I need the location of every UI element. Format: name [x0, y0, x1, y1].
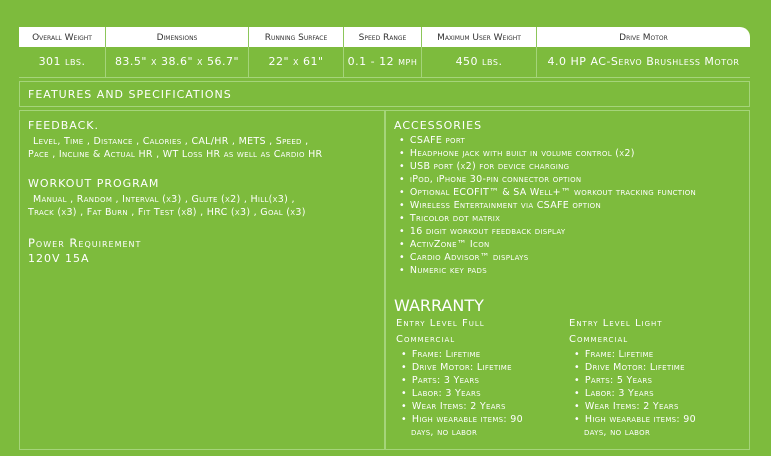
value-speed-range: 0.1 - 12 mph [344, 47, 422, 78]
list-item: Wear Items: 2 Years [569, 400, 739, 413]
list-item: Parts: 3 Years [396, 374, 566, 387]
list-item: 16 digit workout feedback display [394, 225, 696, 238]
list-item: Frame: Lifetime [396, 348, 566, 361]
list-item: Parts: 5 Years [569, 374, 739, 387]
list-item: USB port (x2) for device charging [394, 160, 696, 173]
list-item: CSAFE port [394, 134, 696, 147]
list-item-continued: days, no labor [584, 427, 651, 438]
list-item: ActivZone™ Icon [394, 238, 696, 251]
list-item: Cardio Advisor™ displays [394, 251, 696, 264]
power-section: Power Requirement 120V 15A [28, 236, 141, 265]
warranty-full-title-1: Entry Level Full [396, 318, 485, 329]
workout-line-1: Manual , Random , Interval (x3) , Glute … [33, 194, 295, 205]
spec-header-row: Overall Weight Dimensions Running Surfac… [19, 27, 750, 47]
left-panel: FEEDBACK. Level, Time , Distance , Calor… [19, 110, 385, 450]
header-running-surface: Running Surface [249, 27, 344, 47]
warranty-light-commercial: Entry Level Light Commercial Frame: Life… [569, 316, 739, 439]
list-item: Numeric key pads [394, 264, 696, 277]
list-item: Frame: Lifetime [569, 348, 739, 361]
list-item: High wearable items: 90 [396, 413, 566, 426]
header-max-user-weight: Maximum User Weight [422, 27, 537, 47]
header-speed-range: Speed Range [344, 27, 422, 47]
feedback-line-1: Level, Time , Distance , Calories , CAL/… [33, 136, 309, 147]
list-item: Drive Motor: Lifetime [569, 361, 739, 374]
right-panel: ACCESSORIES CSAFE port Headphone jack wi… [385, 110, 750, 450]
warranty-full-commercial: Entry Level Full Commercial Frame: Lifet… [396, 316, 566, 439]
feedback-line-2: Pace , Incline & Actual HR , WT Loss HR … [28, 149, 323, 160]
value-dimensions: 83.5" x 38.6" x 56.7" [106, 47, 249, 78]
warranty-full-title-2: Commercial [396, 334, 456, 345]
value-max-user-weight: 450 lbs. [422, 47, 537, 78]
accessories-list: CSAFE port Headphone jack with built in … [394, 134, 696, 277]
warranty-full-list: Frame: Lifetime Drive Motor: Lifetime Pa… [396, 348, 566, 439]
value-overall-weight: 301 lbs. [19, 47, 106, 78]
list-item: Labor: 3 Years [569, 387, 739, 400]
warranty-light-title-2: Commercial [569, 334, 629, 345]
feedback-title: FEEDBACK. [28, 119, 99, 132]
list-item: Wireless Entertainment via CSAFE option [394, 199, 696, 212]
workout-line-2: Track (x3) , Fat Burn , Fit Test (x8) , … [28, 207, 306, 218]
list-item: Wear Items: 2 Years [396, 400, 566, 413]
warranty-light-title-1: Entry Level Light [569, 318, 663, 329]
workout-title: WORKOUT PROGRAM [28, 177, 160, 190]
power-title: Power Requirement [28, 236, 142, 250]
list-item-continued: days, no labor [411, 427, 478, 438]
spec-sheet: Overall Weight Dimensions Running Surfac… [19, 25, 750, 453]
workout-section: WORKOUT PROGRAM Manual , Random , Interv… [28, 177, 306, 219]
warranty-title: WARRANTY [394, 296, 484, 315]
power-value: 120V 15A [28, 252, 90, 265]
list-item: Tricolor dot matrix [394, 212, 696, 225]
accessories-title: ACCESSORIES [394, 119, 483, 132]
accessories-section: ACCESSORIES CSAFE port Headphone jack wi… [394, 119, 696, 277]
list-item: Drive Motor: Lifetime [396, 361, 566, 374]
feedback-section: FEEDBACK. Level, Time , Distance , Calor… [28, 119, 322, 161]
list-item: Headphone jack with built in volume cont… [394, 147, 696, 160]
list-item: Labor: 3 Years [396, 387, 566, 400]
header-drive-motor: Drive Motor [619, 33, 668, 43]
list-item: High wearable items: 90 [569, 413, 739, 426]
warranty-light-list: Frame: Lifetime Drive Motor: Lifetime Pa… [569, 348, 739, 439]
list-item: Optional ECOFIT™ & SA Well+™ workout tra… [394, 186, 696, 199]
value-drive-motor: 4.0 HP AC-Servo Brushless Motor [537, 47, 750, 78]
features-title: FEATURES AND SPECIFICATIONS [19, 81, 750, 107]
header-overall-weight: Overall Weight [19, 27, 106, 47]
list-item: iPod, iPhone 30-pin connector option [394, 173, 696, 186]
header-dimensions: Dimensions [106, 27, 249, 47]
spec-value-row: 301 lbs. 83.5" x 38.6" x 56.7" 22" x 61"… [19, 47, 750, 78]
value-running-surface: 22" x 61" [249, 47, 344, 78]
